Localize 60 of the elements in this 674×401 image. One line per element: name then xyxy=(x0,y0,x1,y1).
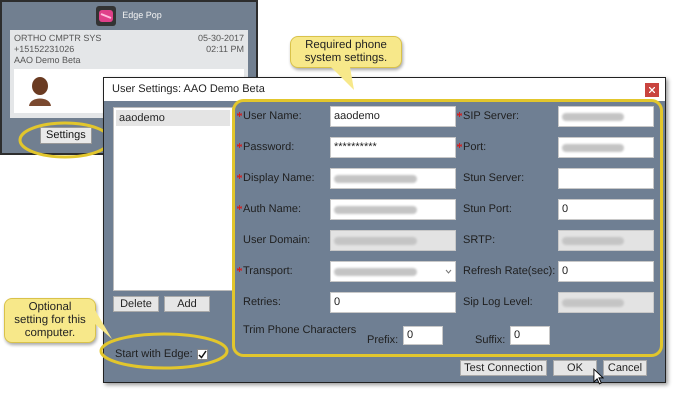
field-label: User Name: xyxy=(243,109,302,124)
call-time: 05-30-2017 xyxy=(198,33,244,44)
field-label: Display Name: xyxy=(243,171,315,186)
field-label: Prefix: xyxy=(367,333,400,348)
window-title: Edge Pop xyxy=(122,9,162,22)
field-label: Suffix: xyxy=(475,333,506,348)
field-value: 0 xyxy=(334,295,340,310)
app-logo-icon xyxy=(96,6,116,26)
field-label: Password: xyxy=(243,140,294,156)
window-title: User Settings: AAO Demo Beta xyxy=(112,82,265,98)
input-field[interactable] xyxy=(558,168,654,189)
field-label: Retries: xyxy=(243,295,281,310)
field-label: User Domain: xyxy=(243,233,310,248)
callout-pointer xyxy=(95,310,113,340)
field-label: Port: xyxy=(463,140,486,156)
input-field[interactable]: 0 xyxy=(330,292,456,313)
dialog-button[interactable]: OK xyxy=(553,360,597,376)
avatar-icon xyxy=(28,76,52,106)
call-time: 02:11 PM xyxy=(206,44,244,55)
field-value: aaodemo xyxy=(334,109,380,124)
field-label: Sip Log Level: xyxy=(463,295,533,310)
check-icon xyxy=(198,350,207,359)
field-value: ********** xyxy=(334,140,377,156)
caller-info: +15152231026 xyxy=(14,44,74,55)
field-label: SIP Server: xyxy=(463,109,520,124)
input-field[interactable]: ********** xyxy=(330,137,456,158)
list-button[interactable]: Delete xyxy=(113,296,159,312)
field-value: 0 xyxy=(562,202,568,218)
input-field[interactable]: 0 xyxy=(510,326,550,345)
input-field[interactable] xyxy=(330,168,456,189)
input-field[interactable] xyxy=(558,106,654,127)
account-item[interactable]: aaodemo xyxy=(116,110,230,126)
caller-info: ORTHO CMPTR SYS xyxy=(14,33,102,44)
close-icon xyxy=(649,86,655,92)
cursor-icon xyxy=(593,368,604,385)
field-label: Refresh Rate(sec): xyxy=(463,264,556,280)
field-label: Stun Server: xyxy=(463,171,524,186)
input-field[interactable]: 0 xyxy=(403,326,443,345)
trim-label: Trim Phone Characters xyxy=(242,323,358,338)
input-field[interactable] xyxy=(558,137,654,158)
field-value: 0 xyxy=(562,264,568,280)
field-label: Auth Name: xyxy=(243,202,302,218)
dialog-button[interactable]: Cancel xyxy=(603,360,647,376)
input-field[interactable]: aaodemo xyxy=(330,106,456,127)
list-button[interactable]: Add xyxy=(164,296,210,312)
chevron-down-icon xyxy=(445,269,452,274)
input-field[interactable]: 0 xyxy=(558,261,654,282)
callout-pointer xyxy=(330,67,356,91)
dropdown[interactable] xyxy=(330,261,456,282)
dialog-button[interactable]: Test Connection xyxy=(460,360,547,376)
field-label: Stun Port: xyxy=(463,202,512,218)
input-field[interactable] xyxy=(330,199,456,220)
checkbox[interactable] xyxy=(196,348,208,360)
checkbox-label: Start with Edge: xyxy=(115,347,193,362)
close-button[interactable] xyxy=(645,82,659,96)
input-field[interactable]: 0 xyxy=(558,199,654,220)
field-label: Transport: xyxy=(243,264,293,280)
settings-button[interactable]: Settings xyxy=(40,127,92,144)
caller-info: AAO Demo Beta xyxy=(14,55,81,66)
field-label: SRTP: xyxy=(463,233,496,248)
